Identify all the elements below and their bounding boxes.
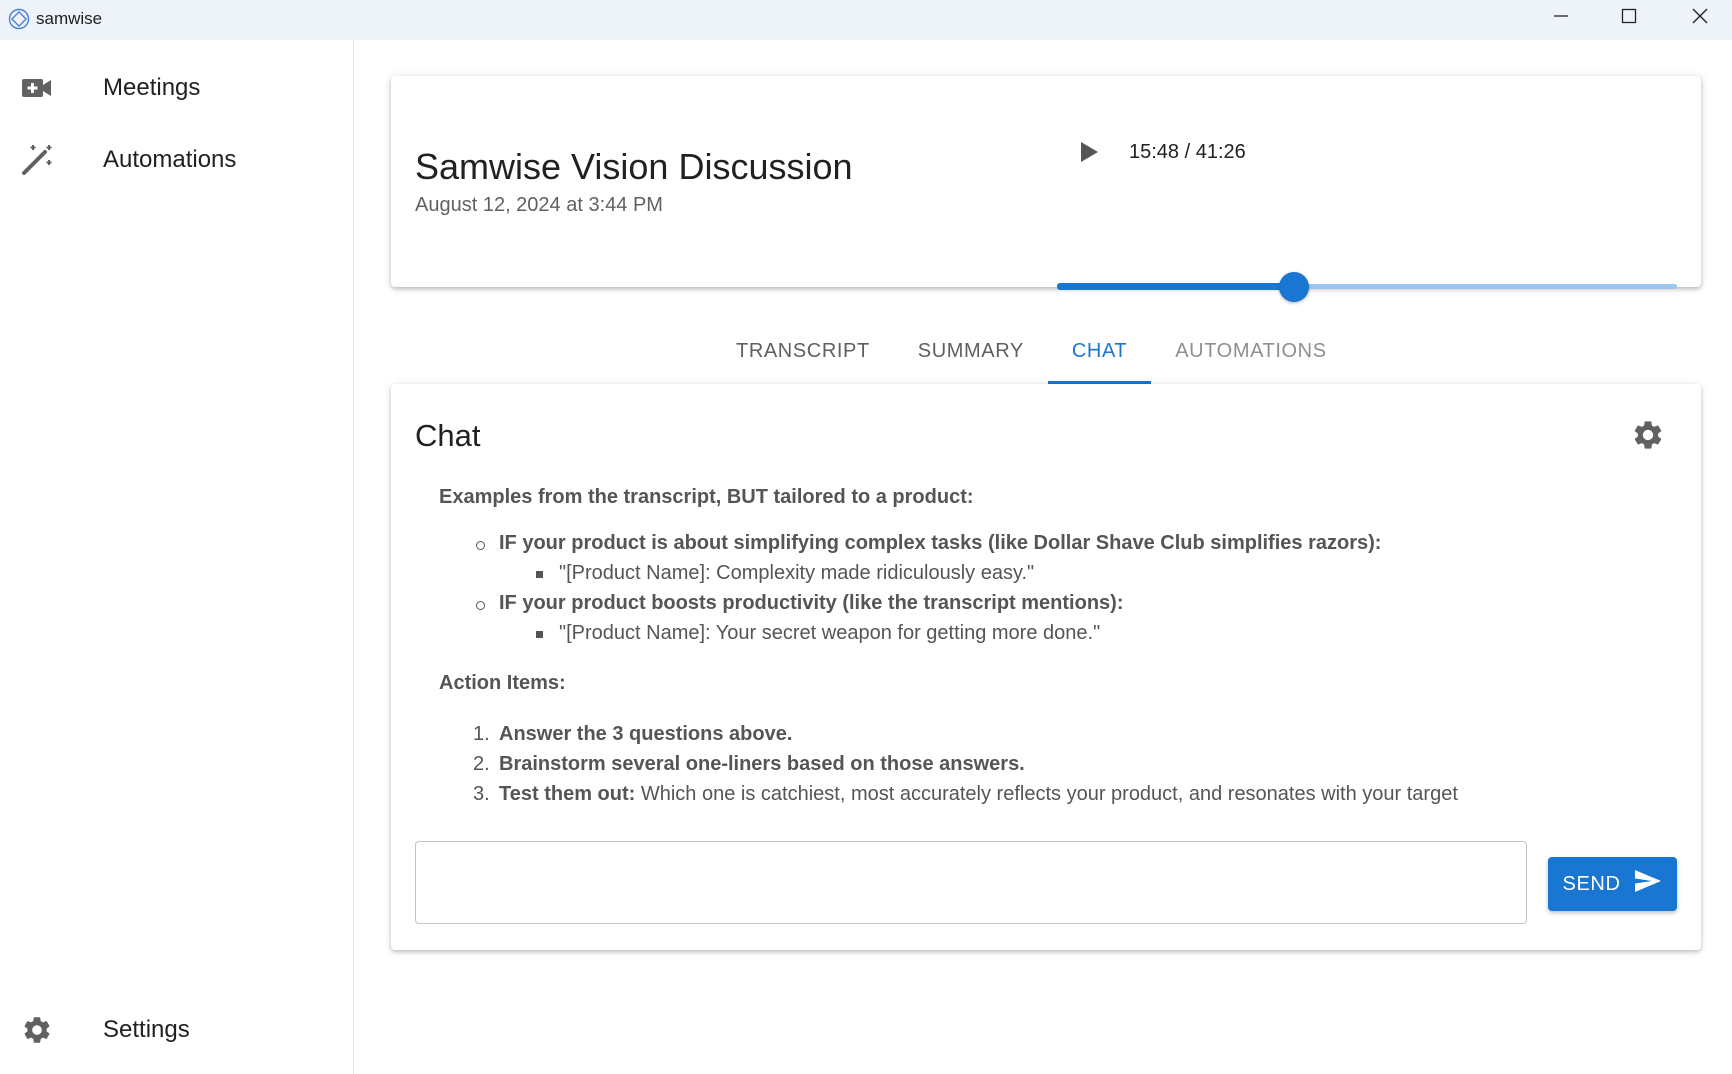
meeting-header-card: Samwise Vision Discussion August 12, 202… (391, 76, 1701, 302)
meeting-tabs: TRANSCRIPT SUMMARY CHAT AUTOMATIONS (712, 318, 1351, 384)
sidebar-item-automations[interactable]: Automations (0, 128, 354, 192)
video-plus-icon (20, 71, 54, 105)
app-logo-icon (8, 8, 30, 30)
close-button[interactable] (1666, 0, 1732, 36)
play-icon (1079, 141, 1099, 168)
chat-settings-button[interactable] (1631, 418, 1665, 452)
chat-input[interactable] (415, 841, 1527, 924)
minimize-button[interactable] (1527, 0, 1595, 36)
playback-slider[interactable] (1057, 272, 1677, 302)
action-items-heading: Action Items: (439, 672, 566, 694)
list-number: 3. (473, 783, 490, 805)
list-item: Test them out: Which one is catchiest, m… (499, 783, 1458, 805)
playback-time: 15:48 / 41:26 (1129, 141, 1246, 163)
tab-summary[interactable]: SUMMARY (894, 318, 1048, 384)
list-number: 1. (473, 723, 490, 745)
tab-chat[interactable]: CHAT (1047, 318, 1152, 384)
bullet (536, 571, 543, 578)
list-item: "[Product Name]: Complexity made ridicul… (559, 562, 1035, 584)
slider-track (1057, 283, 1294, 290)
chat-panel: Chat Examples from the transcript, BUT t… (391, 384, 1701, 950)
list-item: Answer the 3 questions above. (499, 723, 793, 745)
sidebar-item-meetings[interactable]: Meetings (0, 56, 354, 120)
title-bar: samwise (0, 0, 1732, 40)
sidebar: Meetings Automations Settings (0, 40, 354, 1074)
list-item: IF your product is about simplifying com… (499, 532, 1382, 554)
send-button[interactable]: SEND (1548, 857, 1677, 911)
bullet (536, 631, 543, 638)
meeting-title: Samwise Vision Discussion (415, 146, 853, 187)
chat-messages[interactable]: Examples from the transcript, BUT tailor… (415, 484, 1675, 806)
meeting-date: August 12, 2024 at 3:44 PM (415, 194, 663, 216)
send-label: SEND (1562, 872, 1621, 895)
chat-title: Chat (415, 418, 481, 453)
gear-icon (1631, 421, 1665, 456)
send-icon (1634, 869, 1662, 899)
tab-automations[interactable]: AUTOMATIONS (1151, 318, 1350, 384)
list-item: IF your product boosts productivity (lik… (499, 592, 1124, 614)
tab-transcript[interactable]: TRANSCRIPT (712, 318, 894, 384)
maximize-icon (1621, 8, 1637, 29)
bullet (476, 601, 485, 610)
minimize-icon (1553, 8, 1569, 29)
list-item: Brainstorm several one-liners based on t… (499, 753, 1025, 775)
list-number: 2. (473, 753, 490, 775)
close-icon (1692, 8, 1708, 29)
slider-thumb[interactable] (1278, 272, 1309, 302)
gear-icon (20, 1013, 54, 1047)
magic-wand-icon (20, 143, 54, 177)
sidebar-item-label: Meetings (103, 74, 201, 101)
chat-scrollbar[interactable] (1673, 484, 1675, 806)
list-item: "[Product Name]: Your secret weapon for … (559, 622, 1101, 644)
examples-heading: Examples from the transcript, BUT tailor… (439, 486, 974, 508)
play-button[interactable] (1075, 139, 1103, 169)
sidebar-item-settings[interactable]: Settings (0, 998, 354, 1062)
maximize-button[interactable] (1595, 0, 1663, 36)
sidebar-item-label: Automations (103, 146, 237, 173)
bullet (476, 541, 485, 550)
window-title: samwise (36, 9, 103, 28)
sidebar-item-label: Settings (103, 1016, 190, 1043)
